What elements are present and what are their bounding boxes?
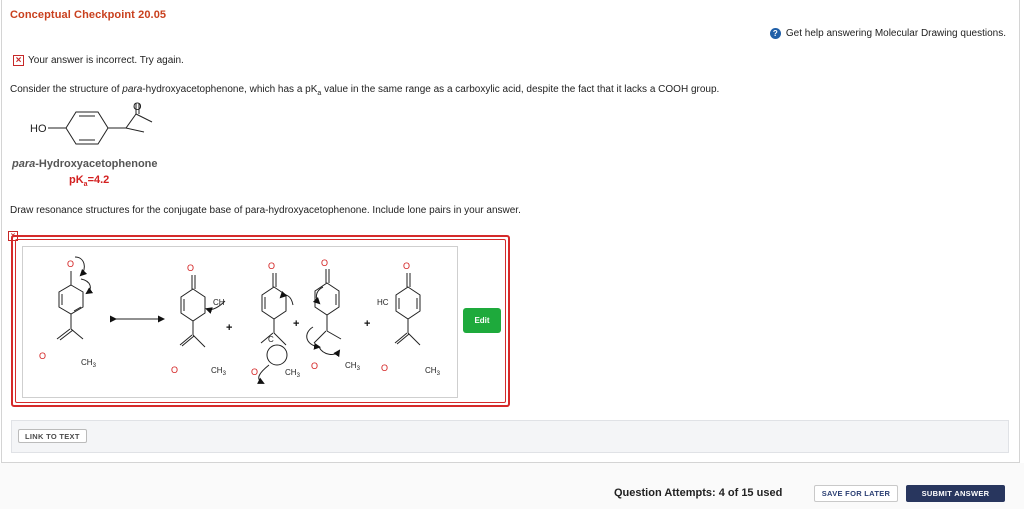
o-atom: O xyxy=(311,361,318,371)
ch3-label: CH3 xyxy=(345,361,361,372)
o-atom: O xyxy=(251,367,258,377)
ch3-label: CH3 xyxy=(425,366,441,377)
link-to-text-button[interactable]: LINK TO TEXT xyxy=(18,429,87,443)
ch3-label: CH3 xyxy=(81,358,97,369)
incorrect-icon: × xyxy=(13,55,24,66)
o-atom: O xyxy=(67,259,74,269)
o-atom: O xyxy=(268,261,275,271)
resonance-drawing: O O O O O O O O O O CH3 CH3 CH3 CH3 CH3 xyxy=(39,256,441,384)
drawing-canvas[interactable]: O O O O O O O O O O CH3 CH3 CH3 CH3 CH3 xyxy=(22,246,458,398)
edit-button[interactable]: Edit xyxy=(463,308,501,333)
help-label: Get help answering Molecular Drawing que… xyxy=(785,28,1006,39)
pka-value: pKa=4.2 xyxy=(69,174,110,189)
ch3-label: CH3 xyxy=(211,366,227,377)
question-mark-icon: ? xyxy=(769,28,781,39)
submit-answer-button[interactable]: SUBMIT ANSWER xyxy=(906,485,1005,502)
help-link[interactable]: ? Get help answering Molecular Drawing q… xyxy=(769,28,1006,39)
feedback-text: Your answer is incorrect. Try again. xyxy=(28,55,184,66)
ch3-label: CH3 xyxy=(285,368,301,379)
attempts-counter: Question Attempts: 4 of 15 used xyxy=(614,487,783,499)
draw-instruction: Draw resonance structures for the conjug… xyxy=(10,205,521,216)
question-text: Consider the structure of para-hydroxyac… xyxy=(10,84,720,97)
c-label: C xyxy=(268,335,274,344)
o-atom: O xyxy=(39,351,46,361)
feedback-message: × Your answer is incorrect. Try again. xyxy=(13,55,184,66)
o-atom: O xyxy=(381,363,388,373)
answer-box: O O O O O O O O O O CH3 CH3 CH3 CH3 CH3 xyxy=(11,235,510,407)
link-area: LINK TO TEXT xyxy=(11,420,1009,453)
save-for-later-button[interactable]: SAVE FOR LATER xyxy=(814,485,898,502)
o-label: O xyxy=(133,101,142,113)
plus-sign: + xyxy=(226,322,232,334)
o-atom: O xyxy=(321,258,328,268)
ch-label: CH xyxy=(213,298,225,307)
o-atom: O xyxy=(187,263,194,273)
compound-name: para-Hydroxyacetophenone xyxy=(12,158,158,170)
o-atom: O xyxy=(403,261,410,271)
reference-structure: HO O xyxy=(30,101,153,145)
plus-sign: + xyxy=(364,318,370,330)
hc-label: HC xyxy=(377,298,389,307)
page-title: Conceptual Checkpoint 20.05 xyxy=(10,9,167,21)
o-atom: O xyxy=(171,365,178,375)
ho-label: HO xyxy=(30,123,47,135)
plus-sign: + xyxy=(293,318,299,330)
